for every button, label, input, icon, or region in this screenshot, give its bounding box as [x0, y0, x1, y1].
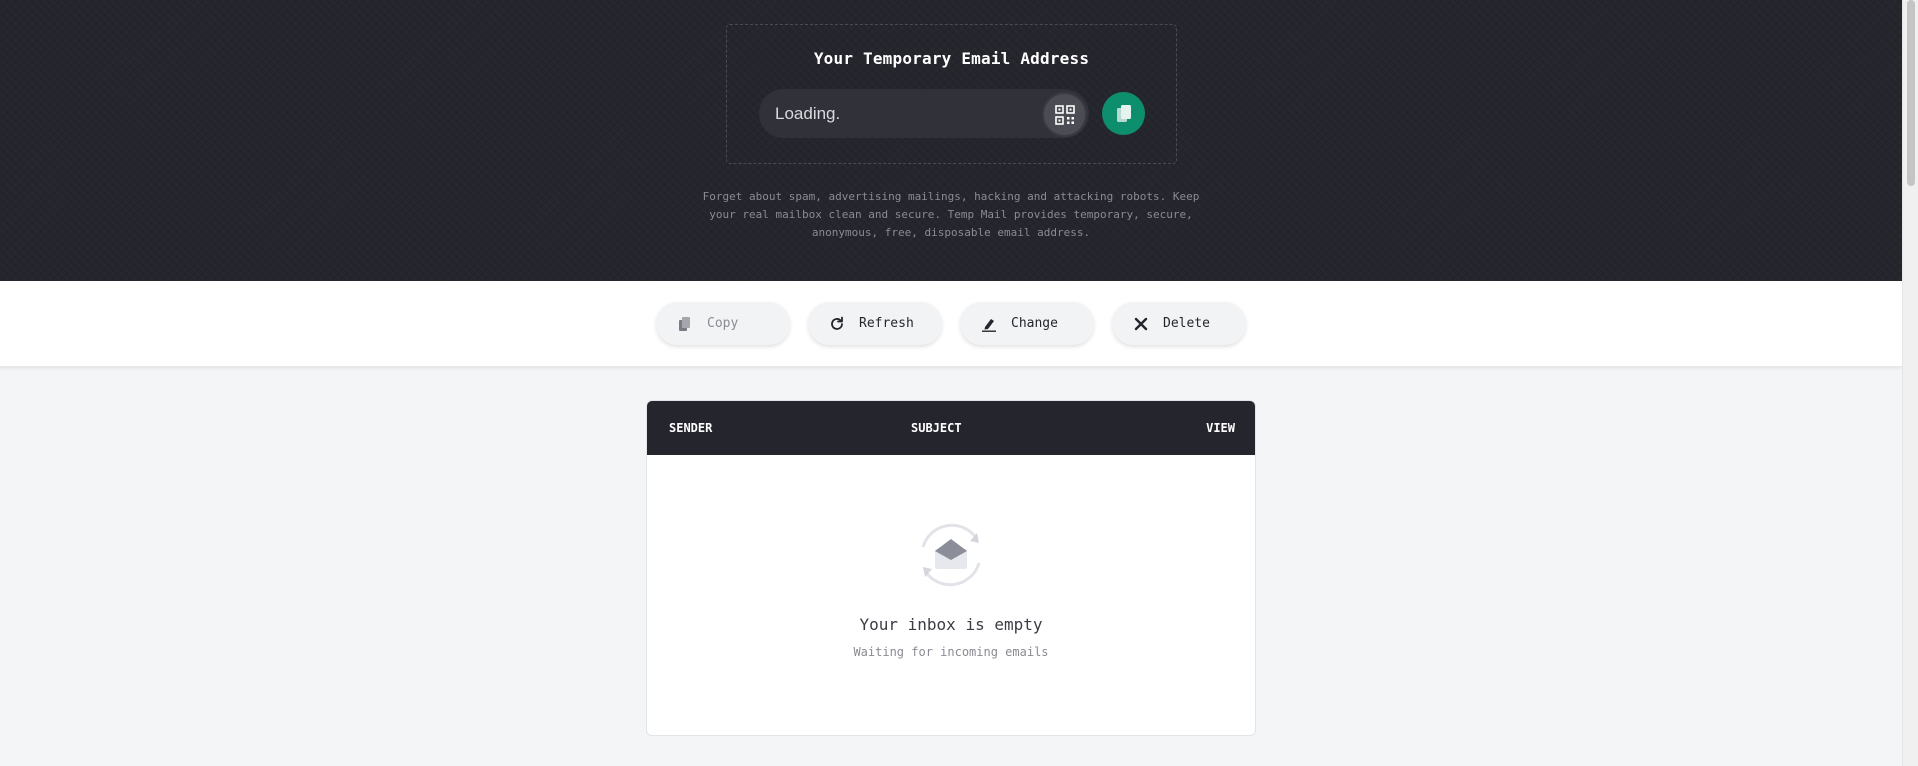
column-subject: SUBJECT: [911, 421, 962, 435]
hero-description: Forget about spam, advertising mailings,…: [702, 190, 1200, 239]
copy-icon: [676, 315, 694, 333]
empty-inbox-title: Your inbox is empty: [859, 615, 1043, 634]
inbox-header: SENDER SUBJECT VIEW: [647, 401, 1255, 455]
delete-button-label: Delete: [1163, 316, 1210, 331]
email-address-value[interactable]: Loading.: [775, 89, 840, 138]
refresh-button[interactable]: Refresh: [808, 302, 942, 345]
qr-code-button[interactable]: [1044, 94, 1085, 135]
change-button[interactable]: Change: [960, 302, 1094, 345]
envelope-refresh-icon: [921, 523, 981, 587]
copy-email-button[interactable]: [1102, 92, 1145, 135]
column-sender: SENDER: [669, 421, 713, 435]
copy-button[interactable]: Copy: [656, 302, 790, 345]
hero-section: Your Temporary Email Address Loading. Fo…: [0, 0, 1902, 281]
scrollbar-thumb[interactable]: [1907, 0, 1915, 186]
copy-button-label: Copy: [707, 316, 739, 331]
edit-icon: [980, 315, 998, 333]
qr-code-icon: [1054, 104, 1075, 125]
email-box: Your Temporary Email Address Loading.: [726, 24, 1177, 164]
email-address-field[interactable]: Loading.: [759, 89, 1089, 138]
inbox-table: SENDER SUBJECT VIEW Your inbox is empty …: [646, 400, 1256, 736]
column-view: VIEW: [1206, 421, 1235, 435]
page-scrollbar[interactable]: [1902, 0, 1918, 766]
action-bar: Copy Refresh Change Delete: [0, 281, 1902, 367]
copy-icon: [1116, 104, 1131, 122]
empty-inbox-subtitle: Waiting for incoming emails: [853, 645, 1049, 659]
refresh-button-label: Refresh: [859, 316, 914, 331]
close-icon: [1132, 315, 1150, 333]
page: Your Temporary Email Address Loading. Fo…: [0, 0, 1918, 766]
email-box-title: Your Temporary Email Address: [813, 49, 1090, 68]
change-button-label: Change: [1011, 316, 1058, 331]
refresh-icon: [828, 315, 846, 333]
delete-button[interactable]: Delete: [1112, 302, 1246, 345]
